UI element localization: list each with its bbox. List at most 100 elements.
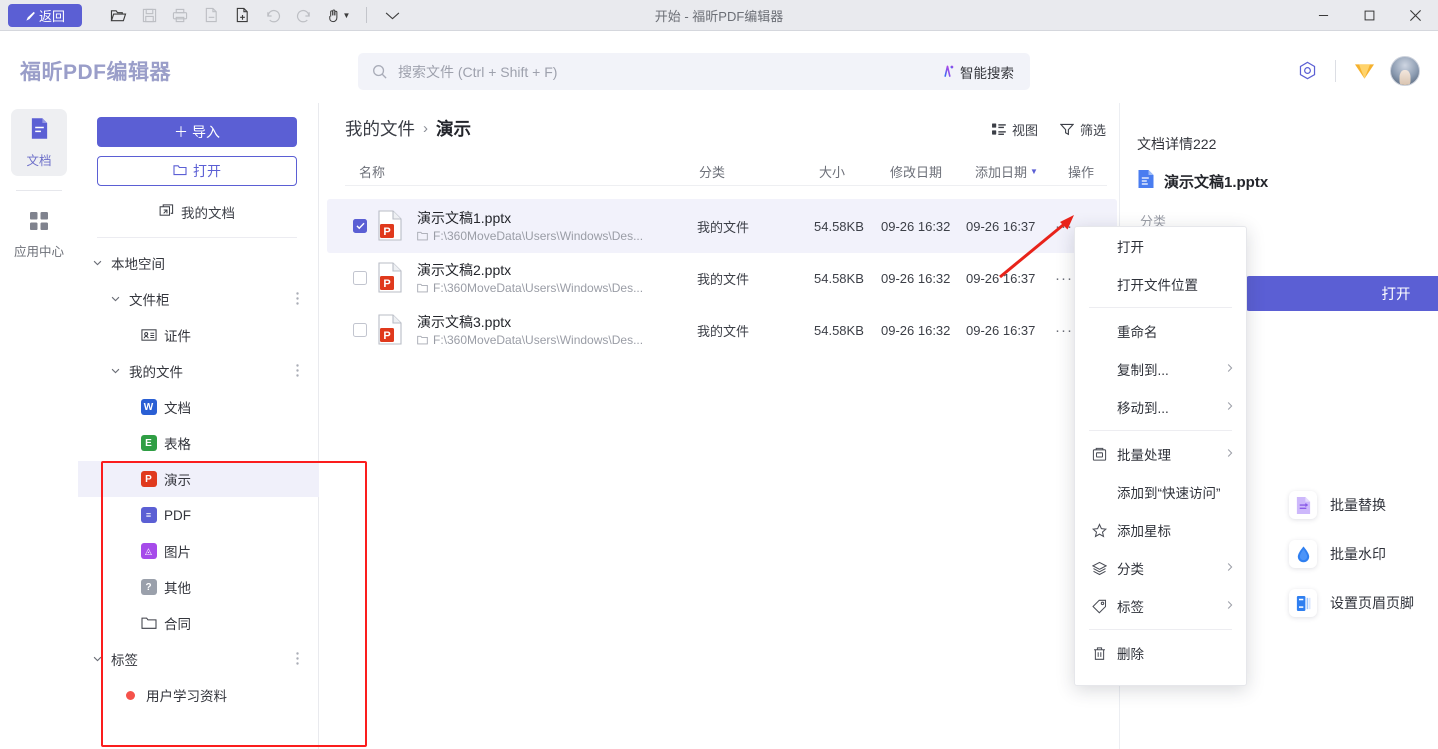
search-input-placeholder: 搜索文件 (Ctrl + Shift + F) — [398, 63, 558, 80]
main-content: 我的文件 › 演示 视图 筛选 名称 分类 大小 修改日期 添加日期 ▼ 操作 … — [319, 103, 1119, 749]
context-menu-item[interactable]: 添加星标 — [1075, 511, 1246, 549]
tree-item-6[interactable]: P 演示 — [78, 461, 319, 497]
sidebar: ＋ 导入 打开 我的文档 本地空间文件柜证件 我的文件 W 文档 E 表格 P 演示 ≡ PDF ◬… — [78, 103, 371, 749]
row-more-actions-icon[interactable]: ··· — [1055, 270, 1073, 287]
row-more-actions-icon[interactable]: ··· — [1055, 218, 1073, 235]
column-header-added-label: 添加日期 — [975, 165, 1028, 180]
my-documents-shortcut[interactable]: 我的文档 — [97, 198, 297, 226]
open-button[interactable]: 打开 — [97, 156, 297, 186]
back-button-label: 返回 — [38, 8, 65, 24]
gear-hex-icon[interactable] — [1289, 53, 1325, 89]
tree-item-9[interactable]: ? 其他 — [78, 569, 319, 605]
tree-item-10[interactable]: 合同 — [78, 605, 319, 641]
chevron-down-icon[interactable] — [378, 3, 406, 28]
tree-item-5[interactable]: E 表格 — [78, 425, 319, 461]
filter-button[interactable]: 筛选 — [1059, 120, 1106, 139]
tree-item-more-icon[interactable] — [296, 363, 299, 379]
tree-item-2[interactable]: 证件 — [78, 317, 319, 353]
svg-text:P: P — [383, 226, 390, 238]
details-open-button[interactable]: 打开 — [1246, 276, 1438, 311]
ppt-file-icon: P — [377, 314, 405, 346]
user-avatar[interactable] — [1390, 56, 1420, 86]
file-category: 我的文件 — [697, 323, 750, 339]
filter-label: 筛选 — [1079, 123, 1106, 138]
rail-item-app-center[interactable]: 应用中心 — [11, 203, 67, 267]
column-header-added[interactable]: 添加日期 ▼ — [975, 162, 1038, 181]
rail-divider — [16, 190, 62, 191]
context-menu-item[interactable]: 标签 — [1075, 587, 1246, 625]
tool-header-footer[interactable]: 设置页眉页脚 — [1289, 589, 1414, 617]
rail-item-documents[interactable]: 文档 — [11, 109, 67, 176]
file-path: F:\360MoveData\Users\Windows\Des... — [417, 281, 643, 295]
tree-item-1[interactable]: 文件柜 — [78, 281, 319, 317]
context-menu-item[interactable]: 删除 — [1075, 634, 1246, 672]
context-menu-item[interactable]: 打开 — [1075, 227, 1246, 265]
breadcrumb-current: 演示 — [436, 119, 471, 139]
table-row[interactable]: P 演示文稿2.pptx F:\360MoveData\Users\Windows\… — [327, 251, 1117, 305]
back-button[interactable]: 返回 — [8, 3, 82, 27]
close-button[interactable] — [1392, 0, 1438, 31]
context-menu-item[interactable]: 复制到... — [1075, 350, 1246, 388]
vip-diamond-icon[interactable] — [1346, 53, 1382, 89]
file-added: 09-26 16:37 — [966, 322, 1036, 338]
tree-item-more-icon[interactable] — [296, 291, 299, 307]
svg-text:P: P — [383, 330, 390, 342]
tree-caret-icon[interactable] — [90, 656, 104, 662]
context-menu-item[interactable]: 分类 — [1075, 549, 1246, 587]
tree-item-3[interactable]: 我的文件 — [78, 353, 319, 389]
tree-caret-icon[interactable] — [90, 260, 104, 266]
row-checkbox[interactable] — [353, 219, 367, 233]
rail-item-app-center-label: 应用中心 — [13, 245, 64, 259]
row-checkbox[interactable] — [353, 271, 367, 285]
tree-item-7[interactable]: ≡ PDF — [78, 497, 319, 533]
tree-item-11[interactable]: 标签 — [78, 641, 319, 677]
document-icon — [29, 117, 50, 145]
path-folder-icon — [417, 335, 428, 345]
redo-icon — [290, 3, 318, 28]
context-menu-item-label: 重命名 — [1117, 325, 1158, 340]
breadcrumb-root[interactable]: 我的文件 — [345, 116, 415, 141]
quick-access-toolbar: ▼ — [104, 3, 406, 28]
tree-item-4[interactable]: W 文档 — [78, 389, 319, 425]
row-checkbox[interactable] — [353, 323, 367, 337]
context-menu-item[interactable]: 批量处理 — [1075, 435, 1246, 473]
tree-item-0[interactable]: 本地空间 — [78, 245, 319, 281]
tree-caret-icon[interactable] — [108, 296, 122, 302]
import-button[interactable]: ＋ 导入 — [97, 117, 297, 147]
svg-text:P: P — [383, 278, 390, 290]
file-category: 我的文件 — [697, 219, 750, 235]
tree-caret-icon[interactable] — [108, 368, 122, 374]
context-menu-item-label: 分类 — [1117, 562, 1144, 577]
tree-item-12[interactable]: 用户学习资料 — [78, 677, 319, 713]
ai-search-button[interactable]: 智能搜索 — [940, 62, 1014, 82]
column-header-category: 分类 — [699, 165, 726, 180]
context-menu-item-label: 添加到“快速访问” — [1117, 486, 1221, 501]
file-name: 演示文稿3.pptx — [417, 314, 512, 330]
add-page-icon[interactable] — [228, 3, 256, 28]
table-row[interactable]: P 演示文稿1.pptx F:\360MoveData\Users\Windows\… — [327, 199, 1117, 253]
tool-batch-replace[interactable]: 批量替换 — [1289, 491, 1386, 519]
maximize-button[interactable] — [1346, 0, 1392, 31]
row-more-actions-icon[interactable]: ··· — [1055, 322, 1073, 339]
import-button-label: 导入 — [192, 124, 220, 140]
ppt-file-icon: P — [377, 262, 405, 294]
tool-batch-watermark[interactable]: 批量水印 — [1289, 540, 1386, 568]
tree-item-label: 文件柜 — [129, 293, 170, 308]
tree-item-8[interactable]: ◬ 图片 — [78, 533, 319, 569]
table-row[interactable]: P 演示文稿3.pptx F:\360MoveData\Users\Windows\… — [327, 303, 1117, 357]
open-folder-icon[interactable] — [104, 3, 132, 28]
folder-icon — [140, 615, 157, 632]
context-menu-item[interactable]: 重命名 — [1075, 312, 1246, 350]
view-toggle-button[interactable]: 视图 — [992, 120, 1038, 139]
tree-item-more-icon[interactable] — [296, 651, 299, 667]
search-bar[interactable]: 搜索文件 (Ctrl + Shift + F) 智能搜索 — [358, 53, 1030, 90]
sidebar-divider — [97, 237, 297, 238]
context-menu-item[interactable]: 移动到... — [1075, 388, 1246, 426]
trash-icon — [1091, 646, 1108, 661]
context-menu-item[interactable]: 添加到“快速访问” — [1075, 473, 1246, 511]
context-menu-item[interactable]: 打开文件位置 — [1075, 265, 1246, 303]
file-name: 演示文稿2.pptx — [417, 262, 512, 278]
hand-tool-icon[interactable]: ▼ — [321, 3, 355, 28]
minimize-button[interactable] — [1300, 0, 1346, 31]
tree-item-label: 演示 — [164, 473, 191, 488]
